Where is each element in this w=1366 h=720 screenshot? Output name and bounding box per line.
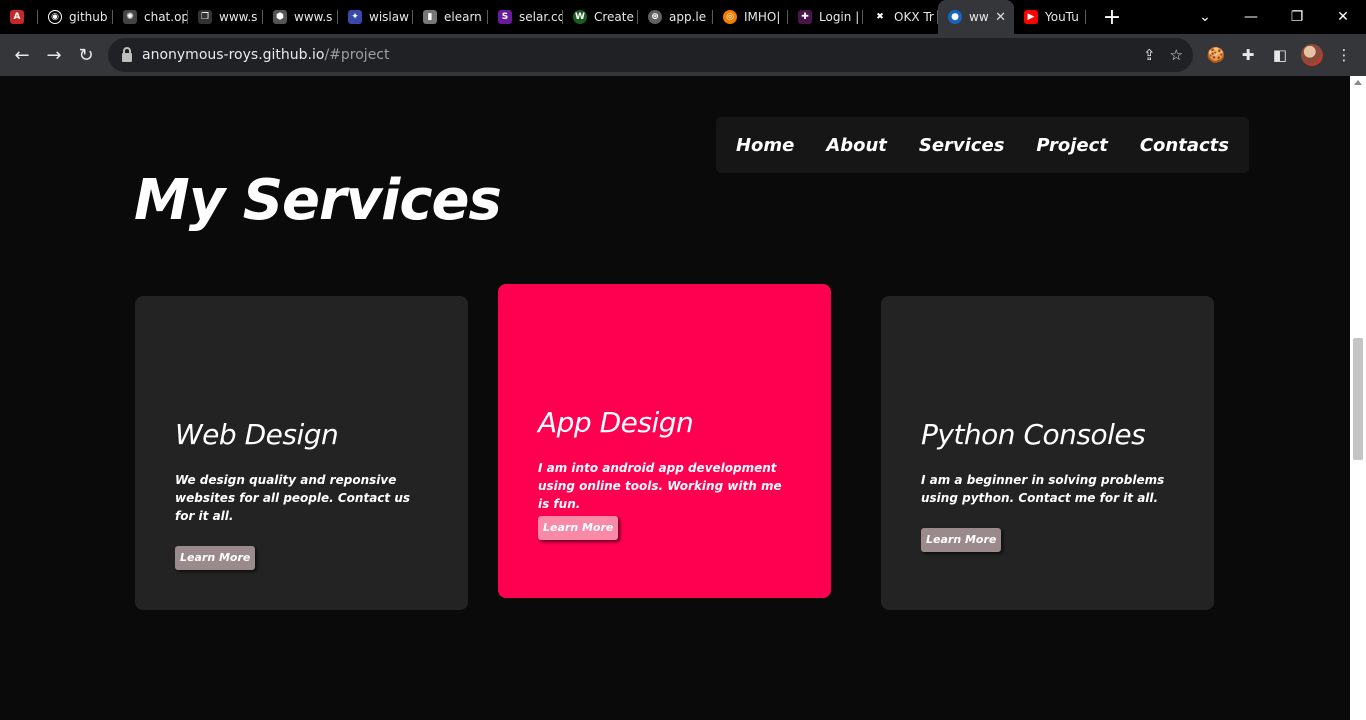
site-icon: ● — [948, 10, 962, 24]
browser-tab[interactable]: ✖ OKX Tr — [863, 0, 938, 34]
learn-more-button[interactable]: Learn More — [921, 528, 1002, 552]
cookie-extension-icon[interactable]: 🍪 — [1202, 34, 1230, 76]
browser-tab[interactable]: ⬢ www.s — [263, 0, 338, 34]
nav-link-project[interactable]: Project — [1036, 135, 1108, 156]
browser-tab[interactable]: ⊛ app.le — [638, 0, 713, 34]
selar-icon: S — [498, 10, 512, 24]
browser-tab[interactable]: ❐ www.s — [188, 0, 263, 34]
site-icon: ❐ — [198, 10, 212, 24]
card-description: We design quality and reponsive websites… — [175, 473, 411, 523]
card-title: App Design — [538, 406, 694, 439]
browser-tab[interactable]: S selar.co — [488, 0, 563, 34]
browser-tab-strip: A ◉ github ✺ chat.op ❐ www.s ⬢ www.s ✦ w… — [0, 0, 1366, 34]
tab-favicon-icon: A — [10, 10, 24, 24]
profile-avatar[interactable] — [1298, 34, 1326, 76]
browser-tab[interactable]: ✺ chat.op — [113, 0, 188, 34]
menu-kebab-icon[interactable]: ⋮ — [1330, 34, 1358, 76]
forward-icon[interactable]: → — [38, 39, 70, 71]
tab-search-icon[interactable]: ⌄ — [1182, 0, 1228, 34]
service-card-web-design: Web Design We design quality and reponsi… — [135, 296, 468, 610]
okx-icon: ✖ — [873, 10, 887, 24]
address-bar[interactable]: anonymous-roys.github.io/#project ⇪ ☆ — [108, 38, 1193, 72]
learn-more-button[interactable]: Learn More — [538, 516, 619, 540]
browser-tab[interactable]: ◉ github — [38, 0, 113, 34]
share-icon[interactable]: ⇪ — [1143, 46, 1156, 64]
main-navbar: Home About Services Project Contacts — [716, 117, 1249, 173]
site-icon: ✦ — [348, 10, 362, 24]
scrollbar-thumb[interactable] — [1353, 338, 1363, 460]
site-icon: ⊛ — [648, 10, 662, 24]
browser-tab[interactable]: A — [0, 0, 38, 34]
browser-tab-active[interactable]: ● ww ✕ — [938, 0, 1014, 34]
bookmark-star-icon[interactable]: ☆ — [1170, 46, 1183, 64]
close-tab-icon[interactable]: ✕ — [995, 10, 1006, 25]
chatgpt-icon: ✺ — [123, 10, 137, 24]
browser-tab[interactable]: ✦ wislaw — [338, 0, 413, 34]
scroll-up-arrow-icon[interactable] — [1354, 80, 1362, 85]
document-icon: ▮ — [423, 10, 437, 24]
nav-link-contacts[interactable]: Contacts — [1140, 135, 1229, 156]
browser-tab[interactable]: ◎ IMHO| — [713, 0, 788, 34]
slack-icon: ✚ — [798, 10, 812, 24]
card-title: Python Consoles — [921, 418, 1146, 451]
reload-icon[interactable]: ↻ — [70, 39, 102, 71]
browser-tab[interactable]: W Create — [563, 0, 638, 34]
new-tab-button[interactable]: + — [1094, 5, 1130, 30]
learn-more-button[interactable]: Learn More — [175, 546, 256, 570]
close-window-button[interactable]: ✕ — [1320, 0, 1366, 34]
browser-tab[interactable]: ▮ elearn — [413, 0, 488, 34]
browser-toolbar: ← → ↻ anonymous-roys.github.io/#project … — [0, 34, 1366, 76]
nav-link-home[interactable]: Home — [736, 135, 794, 156]
section-title: My Services — [134, 168, 502, 233]
service-card-python-consoles: Python Consoles I am a beginner in solvi… — [881, 296, 1214, 610]
back-icon[interactable]: ← — [6, 39, 38, 71]
minimize-button[interactable]: — — [1228, 0, 1274, 34]
cube-icon: ⬢ — [273, 10, 287, 24]
page-viewport: Home About Services Project Contacts My … — [0, 76, 1350, 720]
nav-link-about[interactable]: About — [826, 135, 887, 156]
nav-link-services[interactable]: Services — [919, 135, 1005, 156]
card-title: Web Design — [175, 418, 339, 451]
card-description: I am a beginner in solving problems usin… — [921, 473, 1165, 505]
youtube-icon: ▶ — [1024, 10, 1038, 24]
whatsapp-icon: W — [573, 10, 587, 24]
browser-tab[interactable]: ▶ YouTu — [1014, 0, 1086, 34]
restore-button[interactable]: ❐ — [1274, 0, 1320, 34]
page-scrollbar[interactable] — [1350, 76, 1366, 720]
url-text: anonymous-roys.github.io/#project — [142, 47, 390, 63]
github-icon: ◉ — [48, 10, 62, 24]
browser-tab[interactable]: ✚ Login | — [788, 0, 863, 34]
extensions-puzzle-icon[interactable]: ✚ — [1234, 34, 1262, 76]
card-description: I am into android app development using … — [538, 461, 782, 511]
side-panel-icon[interactable]: ◧ — [1266, 34, 1294, 76]
site-icon: ◎ — [723, 10, 737, 24]
service-card-app-design: App Design I am into android app develop… — [498, 284, 831, 598]
lock-icon — [122, 46, 132, 62]
